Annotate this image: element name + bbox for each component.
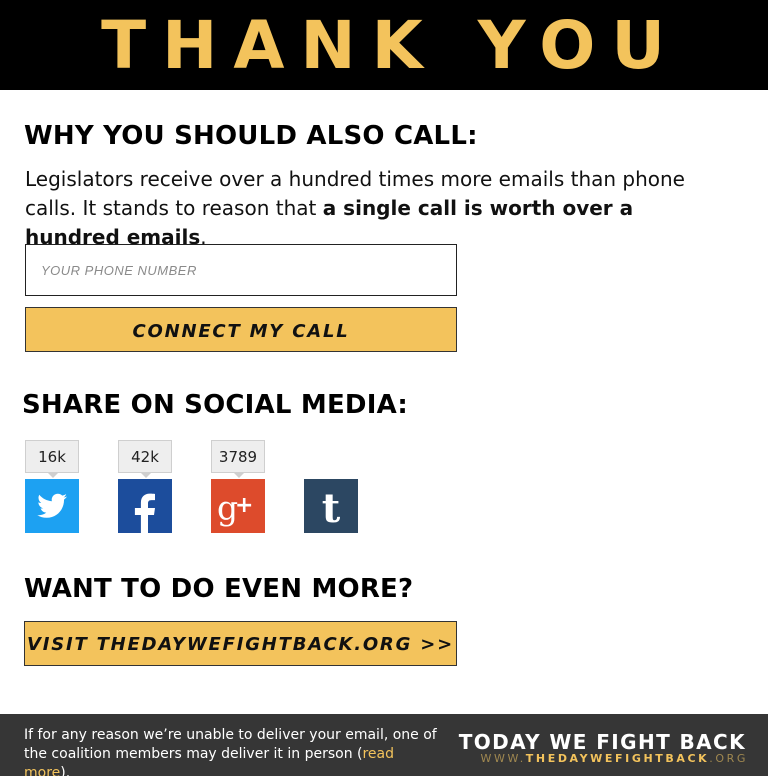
page-header: THANK YOU — [0, 0, 768, 90]
share-section-heading: SHARE ON SOCIAL MEDIA: — [22, 390, 408, 420]
page-footer: If for any reason we’re unable to delive… — [0, 714, 768, 776]
visit-site-button[interactable]: VISIT THEDAYWEFIGHTBACK.ORG >> — [24, 621, 457, 666]
twitter-bird-icon — [25, 479, 79, 533]
tumblr-share-button[interactable]: t — [304, 479, 358, 533]
tumblr-t-icon: t — [304, 479, 358, 533]
share-item-twitter: 16k — [25, 440, 79, 533]
svg-text:t: t — [322, 485, 341, 532]
brand-url-prefix: WWW. — [480, 752, 526, 765]
google-plus-share-button[interactable]: g + — [211, 479, 265, 533]
brand-url-main: THEDAYWEFIGHTBACK — [525, 752, 710, 765]
google-plus-icon: g + — [211, 479, 265, 533]
facebook-share-count: 42k — [118, 440, 172, 478]
footer-note: If for any reason we’re unable to delive… — [24, 726, 444, 776]
call-intro-text: Legislators receive over a hundred times… — [25, 165, 725, 252]
connect-call-button[interactable]: CONNECT MY CALL — [25, 307, 457, 352]
phone-number-input[interactable] — [25, 244, 457, 296]
share-item-facebook: 42k — [118, 440, 172, 533]
facebook-share-button[interactable] — [118, 479, 172, 533]
more-section-heading: WANT TO DO EVEN MORE? — [24, 574, 414, 604]
svg-text:+: + — [235, 493, 253, 518]
brand-url-suffix: .ORG — [709, 752, 748, 765]
twitter-share-count: 16k — [25, 440, 79, 478]
brand-logo-title: TODAY WE FIGHT BACK — [458, 730, 746, 754]
footer-note-end: ). — [60, 765, 71, 776]
facebook-f-icon — [118, 479, 172, 533]
call-section-heading: WHY YOU SHOULD ALSO CALL: — [24, 121, 478, 151]
page-title: THANK YOU — [101, 7, 681, 84]
google-plus-share-count: 3789 — [211, 440, 265, 478]
twitter-share-button[interactable] — [25, 479, 79, 533]
share-item-google-plus: 3789 g + — [211, 440, 265, 533]
brand-url: WWW.THEDAYWEFIGHTBACK.ORG — [481, 752, 748, 766]
